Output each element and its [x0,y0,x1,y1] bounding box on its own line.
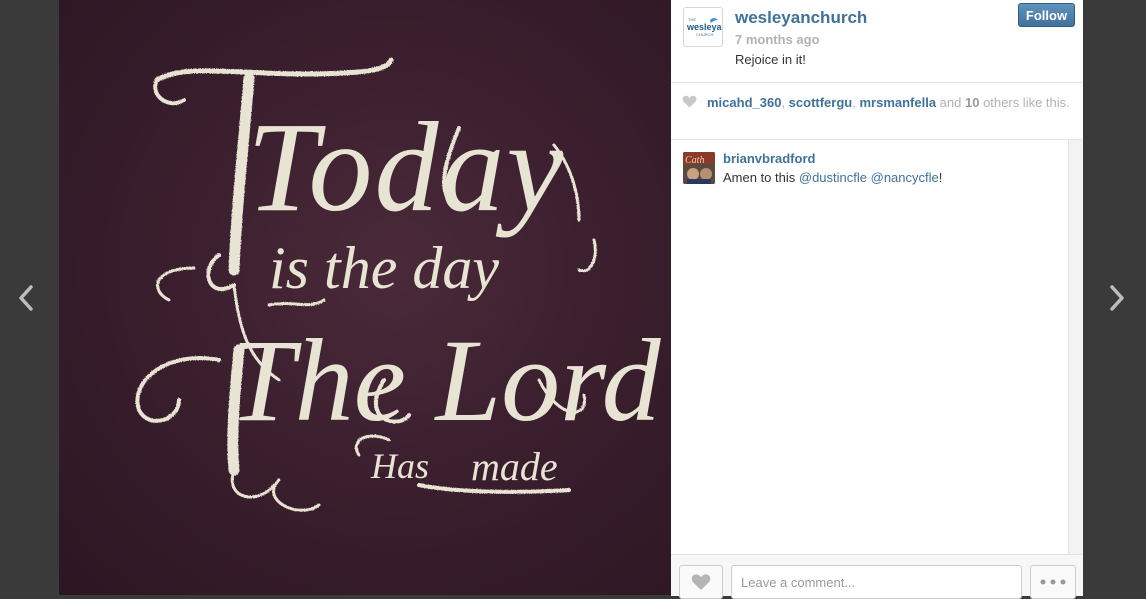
photo-line-5: made [471,444,558,489]
owner-username[interactable]: wesleyanchurch [735,8,867,28]
mention-link[interactable]: @dustincfle [799,170,867,185]
follow-button[interactable]: Follow [1018,3,1075,27]
chevron-left-icon [19,285,33,311]
comments-list: Cath brianvbradford Amen to this @dustin… [671,140,1068,554]
photo-line-4: Has [370,446,429,486]
liker-username[interactable]: mrsmanfella [859,95,936,110]
owner-avatar[interactable]: THE wesleyan CHURCH [683,7,723,47]
svg-text:Cath: Cath [685,155,704,166]
post-header: THE wesleyan CHURCH wesleyanchurch 7 mon… [671,0,1083,83]
next-photo-button[interactable] [1102,282,1132,314]
post-caption: Rejoice in it! [735,52,806,67]
liker-username[interactable]: micahd_360 [707,95,781,110]
likes-section: micahd_360, scottfergu, mrsmanfella and … [671,83,1083,140]
post-sidebar: THE wesleyan CHURCH wesleyanchurch 7 mon… [671,0,1083,599]
photo-line-1: Today [247,96,565,238]
comment-input[interactable] [731,565,1022,599]
heart-icon [682,95,697,108]
photo-line-2: is the day [269,235,499,301]
svg-text:wesleyan: wesleyan [686,22,722,32]
post-timestamp[interactable]: 7 months ago [735,32,820,47]
liker-username[interactable]: scottfergu [789,95,853,110]
prev-photo-button[interactable] [11,282,41,314]
svg-text:CHURCH: CHURCH [696,32,713,37]
post-actions [671,554,1083,599]
chalk-lettering-artwork: Today is the day The Lord Has made [135,57,662,512]
commenter-avatar[interactable]: Cath [683,152,715,184]
likes-text: micahd_360, scottfergu, mrsmanfella and … [707,95,1070,110]
likes-count[interactable]: 10 [965,95,979,110]
post-photo: Today is the day The Lord Has made [59,0,671,595]
comment-text: Amen to this @dustincfle @nancycfle! [723,170,943,185]
like-button[interactable] [679,565,723,599]
photo-line-3: The Lord [229,315,662,446]
more-dots-icon [1040,579,1066,585]
comments-scrollbar[interactable] [1068,140,1083,554]
mention-link[interactable]: @nancycfle [871,170,939,185]
more-options-button[interactable] [1030,565,1076,599]
heart-icon [691,574,711,590]
chevron-right-icon [1110,285,1124,311]
commenter-username[interactable]: brianvbradford [723,151,815,166]
